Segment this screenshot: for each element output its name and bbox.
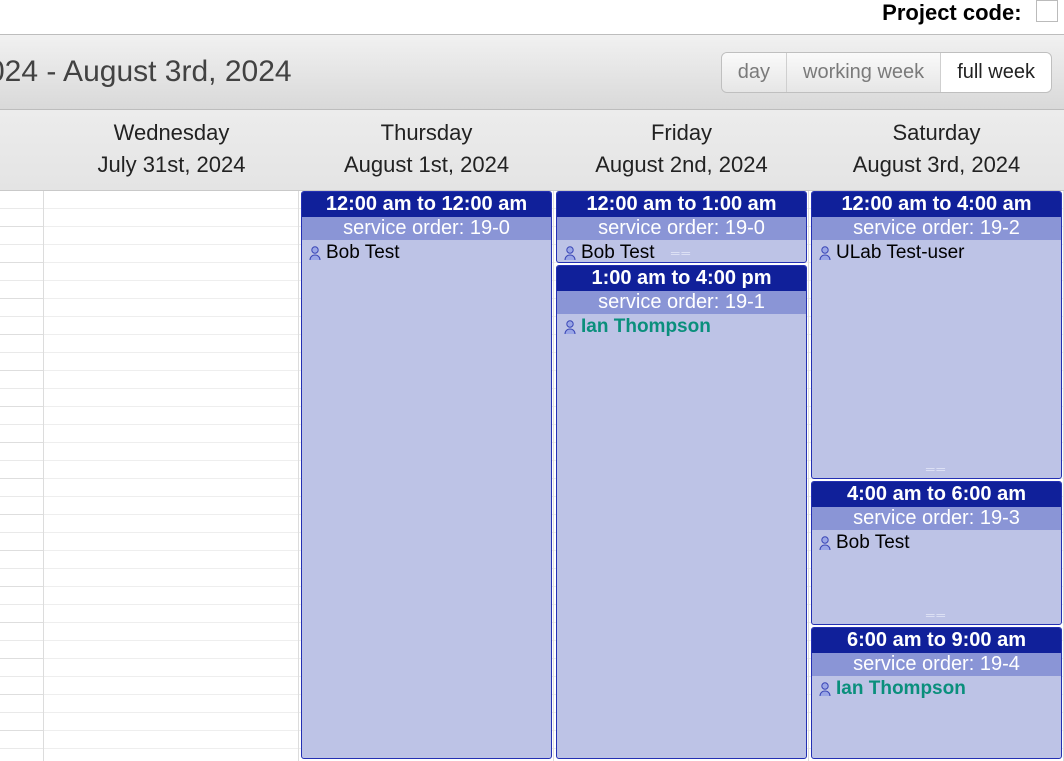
person-icon [818, 535, 832, 551]
day-date: August 2nd, 2024 [554, 152, 809, 178]
person-icon [563, 245, 577, 261]
day-header-row: Wednesday July 31st, 2024 Thursday Augus… [0, 110, 1064, 191]
event-order: service order: 19-0 [302, 217, 551, 240]
view-day-button[interactable]: day [722, 53, 786, 92]
view-working-week-button[interactable]: working week [786, 53, 940, 92]
events-layer: 12:00 am to 4:00 am service order: 19-2 … [809, 191, 1064, 761]
event-user: Ian Thompson [812, 676, 1061, 702]
event-time: 12:00 am to 4:00 am [812, 192, 1061, 217]
calendar-grid: 12:00 am to 12:00 am service order: 19-0… [0, 191, 1064, 761]
day-of-week: Thursday [299, 120, 554, 146]
person-icon [818, 245, 832, 261]
topbar: Project code: [0, 0, 1064, 34]
calendar-event[interactable]: 12:00 am to 4:00 am service order: 19-2 … [811, 191, 1062, 479]
day-of-week: Friday [554, 120, 809, 146]
project-code-label: Project code: [882, 0, 1021, 26]
time-gutter-header [0, 110, 44, 190]
person-icon [308, 245, 322, 261]
event-time: 12:00 am to 12:00 am [302, 192, 551, 217]
event-order: service order: 19-1 [557, 291, 806, 314]
events-layer: 12:00 am to 12:00 am service order: 19-0… [299, 191, 554, 761]
day-date: August 3rd, 2024 [809, 152, 1064, 178]
calendar-header: 024 - August 3rd, 2024 day working week … [0, 34, 1064, 110]
day-grid [44, 191, 299, 761]
event-user-name: Ian Thompson [581, 316, 711, 338]
event-user-name: Ian Thompson [836, 678, 966, 700]
event-order: service order: 19-3 [812, 507, 1061, 530]
calendar-event[interactable]: 6:00 am to 9:00 am service order: 19-4 I… [811, 627, 1062, 759]
day-column-friday[interactable]: 12:00 am to 1:00 am service order: 19-0 … [554, 191, 809, 761]
event-user: Ian Thompson [557, 314, 806, 340]
calendar-event[interactable]: 12:00 am to 1:00 am service order: 19-0 … [556, 191, 807, 263]
resize-handle-icon[interactable]: ══ [926, 462, 947, 476]
event-user-name: Bob Test [326, 242, 400, 264]
person-icon [563, 319, 577, 335]
view-switch: day working week full week [721, 52, 1052, 93]
day-header-friday[interactable]: Friday August 2nd, 2024 [554, 110, 809, 190]
day-date: July 31st, 2024 [44, 152, 299, 178]
day-column-wednesday[interactable] [44, 191, 299, 761]
day-header-thursday[interactable]: Thursday August 1st, 2024 [299, 110, 554, 190]
event-order: service order: 19-0 [557, 217, 806, 240]
event-time: 4:00 am to 6:00 am [812, 482, 1061, 507]
event-time: 12:00 am to 1:00 am [557, 192, 806, 217]
day-of-week: Saturday [809, 120, 1064, 146]
resize-handle-icon[interactable]: ══ [671, 246, 692, 260]
day-of-week: Wednesday [44, 120, 299, 146]
event-order: service order: 19-4 [812, 653, 1061, 676]
date-range-title: 024 - August 3rd, 2024 [0, 55, 292, 89]
event-user-name: Bob Test [836, 532, 910, 554]
time-gutter [0, 191, 44, 761]
event-time: 6:00 am to 9:00 am [812, 628, 1061, 653]
event-user: ULab Test-user [812, 240, 1061, 266]
day-column-thursday[interactable]: 12:00 am to 12:00 am service order: 19-0… [299, 191, 554, 761]
event-user: Bob Test [302, 240, 551, 266]
calendar-event[interactable]: 4:00 am to 6:00 am service order: 19-3 B… [811, 481, 1062, 625]
calendar-event[interactable]: 1:00 am to 4:00 pm service order: 19-1 I… [556, 265, 807, 759]
event-user: Bob Test [812, 530, 1061, 556]
event-user-name: Bob Test [581, 242, 655, 263]
day-column-saturday[interactable]: 12:00 am to 4:00 am service order: 19-2 … [809, 191, 1064, 761]
project-code-field[interactable] [1036, 0, 1058, 22]
view-full-week-button[interactable]: full week [940, 53, 1051, 92]
event-time: 1:00 am to 4:00 pm [557, 266, 806, 291]
day-header-saturday[interactable]: Saturday August 3rd, 2024 [809, 110, 1064, 190]
events-layer: 12:00 am to 1:00 am service order: 19-0 … [554, 191, 809, 761]
event-order: service order: 19-2 [812, 217, 1061, 240]
resize-handle-icon[interactable]: ══ [926, 608, 947, 622]
event-user-name: ULab Test-user [836, 242, 965, 264]
day-header-wednesday[interactable]: Wednesday July 31st, 2024 [44, 110, 299, 190]
calendar-event[interactable]: 12:00 am to 12:00 am service order: 19-0… [301, 191, 552, 759]
day-date: August 1st, 2024 [299, 152, 554, 178]
person-icon [818, 681, 832, 697]
